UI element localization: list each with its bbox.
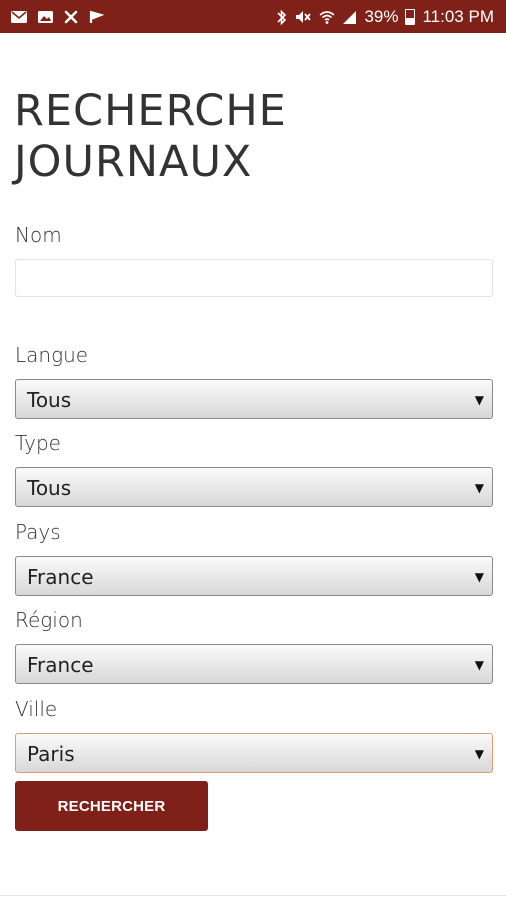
image-icon (37, 10, 54, 24)
status-icons-right: 39% 11:03 PM (276, 5, 494, 29)
battery-percent: 39% (364, 7, 399, 26)
pays-select[interactable]: France ▼ (15, 556, 493, 596)
type-select[interactable]: Tous ▼ (15, 467, 493, 507)
flag-icon (88, 9, 104, 25)
nom-input[interactable] (15, 259, 493, 297)
dropdown-arrow-icon: ▼ (474, 747, 484, 761)
mail-icon (10, 10, 28, 24)
status-time: 11:03 PM (422, 7, 494, 26)
wifi-icon (319, 9, 336, 25)
langue-selected-value: Tous (27, 388, 72, 412)
mute-icon (294, 9, 312, 25)
page-title-line1: RECHERCHE (14, 86, 287, 136)
region-select[interactable]: France ▼ (15, 644, 493, 684)
battery-icon (405, 9, 416, 25)
status-bar: 39% 11:03 PM (0, 0, 506, 33)
dropdown-arrow-icon: ▼ (474, 481, 484, 495)
type-selected-value: Tous (27, 476, 72, 500)
signal-icon (342, 10, 357, 25)
dropdown-arrow-icon: ▼ (474, 658, 484, 672)
ville-selected-value: Paris (27, 742, 75, 766)
dropdown-arrow-icon: ▼ (474, 393, 484, 407)
sync-off-icon (63, 9, 79, 25)
nom-label: Nom (15, 223, 62, 247)
region-label: Région (15, 608, 83, 632)
status-icons-left (10, 6, 104, 28)
ville-label: Ville (15, 697, 58, 721)
bluetooth-icon (276, 9, 287, 26)
dropdown-arrow-icon: ▼ (474, 570, 484, 584)
langue-select[interactable]: Tous ▼ (15, 379, 493, 419)
region-selected-value: France (27, 653, 94, 677)
page-title: RECHERCHE JOURNAUX (14, 86, 434, 188)
page-title-line2: JOURNAUX (14, 137, 253, 187)
pays-selected-value: France (27, 565, 94, 589)
bottom-divider (0, 895, 506, 896)
pays-label: Pays (15, 520, 61, 544)
search-button[interactable]: RECHERCHER (15, 781, 208, 831)
type-label: Type (15, 431, 61, 455)
ville-select[interactable]: Paris ▼ (15, 733, 493, 773)
langue-label: Langue (15, 343, 89, 367)
